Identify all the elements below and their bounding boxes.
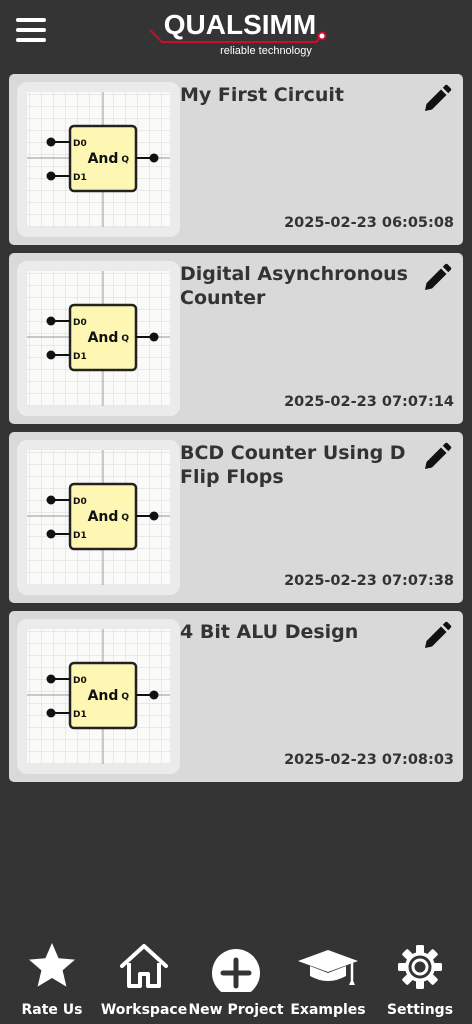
input-d0-label: D0: [73, 676, 87, 686]
and-gate-diagram: D0 D1 And Q: [27, 92, 170, 227]
nav-examples[interactable]: Examples: [286, 940, 370, 1024]
project-title: My First Circuit: [180, 84, 344, 106]
project-card[interactable]: D0 D1 And Q 4 Bit ALU Design 2025-02-23 …: [9, 611, 463, 782]
project-timestamp: 2025-02-23 07:07:38: [284, 573, 454, 589]
output-q-label: Q: [121, 155, 129, 165]
plus-circle-icon: [212, 949, 260, 992]
nav-settings-label: Settings: [386, 1002, 454, 1018]
project-timestamp: 2025-02-23 06:05:08: [284, 215, 454, 231]
nav-rate-us-label: Rate Us: [21, 1002, 83, 1018]
gate-label: And: [88, 330, 119, 346]
and-gate-diagram: D0 D1 And Q: [27, 450, 170, 585]
nav-examples-label: Examples: [290, 1002, 366, 1018]
output-q-label: Q: [121, 513, 129, 523]
input-d1-label: D1: [73, 352, 87, 362]
pencil-edit-icon[interactable]: [421, 441, 453, 473]
circuit-thumbnail[interactable]: D0 D1 And Q: [17, 261, 180, 416]
home-icon: [120, 944, 168, 988]
gate-label: And: [88, 151, 119, 167]
bottom-navigation: Rate Us Workspace New Project Examples S…: [0, 940, 472, 1024]
input-d0-label: D0: [73, 139, 87, 149]
logo-tagline: reliable technology: [220, 45, 312, 57]
gear-icon: [398, 945, 442, 989]
gate-label: And: [88, 509, 119, 525]
project-title: BCD Counter Using D Flip Flops: [180, 442, 406, 488]
project-title: Digital Asynchronous Counter: [180, 263, 408, 309]
project-timestamp: 2025-02-23 07:07:14: [284, 394, 454, 410]
nav-new-project[interactable]: New Project: [188, 940, 284, 1024]
menu-bar: [16, 38, 46, 42]
app-header: QUALSIMM reliable technology: [0, 0, 472, 66]
logo-text: QUALSIMM: [164, 9, 316, 40]
input-d1-label: D1: [73, 531, 87, 541]
project-timestamp: 2025-02-23 07:08:03: [284, 752, 454, 768]
circuit-thumbnail[interactable]: D0 D1 And Q: [17, 619, 180, 774]
pencil-edit-icon[interactable]: [421, 83, 453, 115]
input-d0-label: D0: [73, 497, 87, 507]
output-q-label: Q: [121, 334, 129, 344]
hamburger-menu-button[interactable]: [16, 18, 48, 46]
project-title: 4 Bit ALU Design: [180, 621, 359, 643]
nav-settings[interactable]: Settings: [378, 940, 462, 1024]
app-root: QUALSIMM reliable technology D0 D1 And Q…: [0, 0, 472, 1024]
output-q-label: Q: [121, 692, 129, 702]
project-card[interactable]: D0 D1 And Q My First Circuit 2025-02-23 …: [9, 74, 463, 245]
nav-rate-us[interactable]: Rate Us: [10, 940, 94, 1024]
and-gate-diagram: D0 D1 And Q: [27, 629, 170, 764]
input-d1-label: D1: [73, 173, 87, 183]
menu-bar: [16, 18, 46, 22]
nav-new-project-label: New Project: [188, 1002, 284, 1018]
project-card[interactable]: D0 D1 And Q BCD Counter Using D Flip Flo…: [9, 432, 463, 603]
nav-workspace-label: Workspace: [100, 1002, 188, 1018]
project-list: D0 D1 And Q My First Circuit 2025-02-23 …: [9, 74, 463, 790]
gate-label: And: [88, 688, 119, 704]
and-gate-diagram: D0 D1 And Q: [27, 271, 170, 406]
nav-workspace[interactable]: Workspace: [100, 940, 188, 1024]
input-d1-label: D1: [73, 710, 87, 720]
circuit-thumbnail[interactable]: D0 D1 And Q: [17, 82, 180, 237]
pencil-edit-icon[interactable]: [421, 262, 453, 294]
project-card[interactable]: D0 D1 And Q Digital Asynchronous Counter…: [9, 253, 463, 424]
qualsimm-logo: QUALSIMM reliable technology: [149, 9, 327, 57]
star-icon: [29, 943, 75, 987]
menu-bar: [16, 28, 46, 32]
pencil-edit-icon[interactable]: [421, 620, 453, 652]
graduation-cap-icon: [298, 950, 358, 985]
circuit-thumbnail[interactable]: D0 D1 And Q: [17, 440, 180, 595]
input-d0-label: D0: [73, 318, 87, 328]
